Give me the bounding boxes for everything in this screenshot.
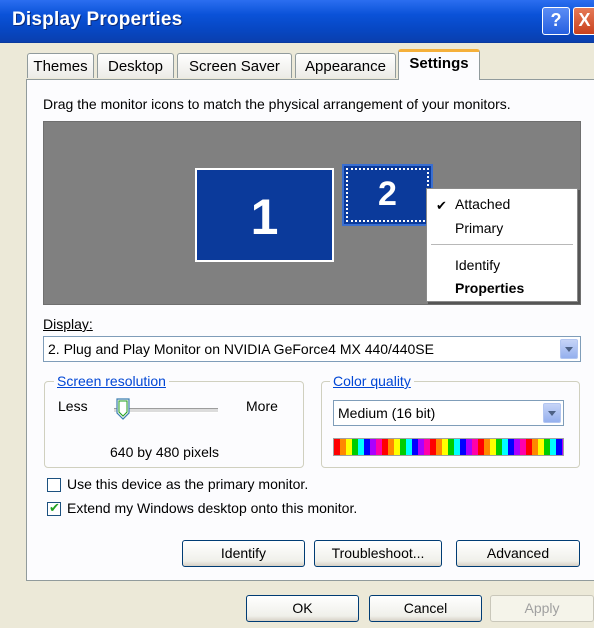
help-icon[interactable]: ? [542, 7, 570, 35]
primary-monitor-checkbox[interactable] [47, 478, 61, 492]
color-quality-select[interactable]: Medium (16 bit) [333, 400, 564, 426]
monitor-2[interactable]: 2 [342, 164, 433, 226]
extend-desktop-label: Extend my Windows desktop onto this moni… [67, 500, 358, 516]
resolution-more-label: More [246, 398, 278, 414]
screen-resolution-legend: Screen resolution [54, 373, 169, 389]
title-bar[interactable]: Display Properties ? X [0, 0, 594, 43]
resolution-less-label: Less [58, 398, 88, 414]
tab-desktop[interactable]: Desktop [97, 53, 174, 78]
tab-settings[interactable]: Settings [398, 49, 480, 80]
tab-appearance[interactable]: Appearance [295, 53, 396, 78]
checkmark-icon: ✔ [49, 500, 60, 515]
menu-separator [431, 244, 573, 245]
slider-thumb-icon[interactable] [116, 398, 130, 420]
color-spectrum-preview [333, 438, 564, 456]
cancel-button[interactable]: Cancel [369, 595, 482, 622]
display-label: Display: [43, 316, 93, 332]
tab-screen-saver[interactable]: Screen Saver [177, 53, 292, 78]
display-select-value: 2. Plug and Play Monitor on NVIDIA GeFor… [48, 341, 434, 357]
identify-button[interactable]: Identify [182, 540, 305, 567]
resolution-value: 640 by 480 pixels [110, 444, 219, 460]
primary-monitor-label: Use this device as the primary monitor. [67, 476, 309, 492]
arrangement-instruction: Drag the monitor icons to match the phys… [43, 96, 511, 112]
close-icon[interactable]: X [573, 7, 594, 35]
window-title: Display Properties [12, 9, 183, 30]
extend-desktop-checkbox[interactable]: ✔ [47, 500, 61, 516]
display-properties-window: Display Properties ? X Themes Desktop Sc… [0, 0, 594, 628]
menu-item-primary[interactable]: Primary [455, 220, 503, 236]
tab-themes[interactable]: Themes [27, 53, 94, 78]
apply-button: Apply [490, 595, 594, 622]
checkmark-icon: ✔ [436, 198, 447, 213]
menu-item-identify[interactable]: Identify [455, 257, 500, 273]
menu-item-attached[interactable]: Attached [455, 196, 510, 212]
troubleshoot-button[interactable]: Troubleshoot... [314, 540, 442, 567]
dropdown-arrow-icon[interactable] [543, 403, 561, 423]
color-quality-legend: Color quality [330, 373, 414, 389]
color-quality-value: Medium (16 bit) [338, 405, 436, 421]
monitor-1[interactable]: 1 [195, 168, 334, 262]
display-select[interactable]: 2. Plug and Play Monitor on NVIDIA GeFor… [43, 336, 581, 362]
dropdown-arrow-icon[interactable] [560, 339, 578, 359]
menu-item-properties[interactable]: Properties [455, 280, 524, 296]
ok-button[interactable]: OK [246, 595, 359, 622]
monitor-context-menu: ✔ Attached Primary Identify Properties [426, 188, 578, 302]
advanced-button[interactable]: Advanced [456, 540, 580, 567]
